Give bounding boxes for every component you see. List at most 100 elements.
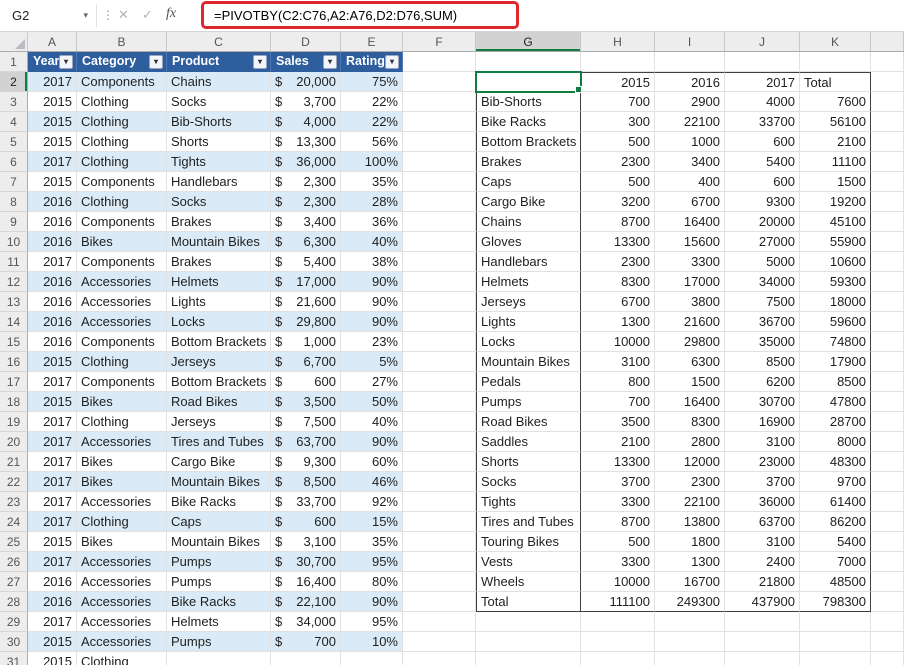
cell-K30[interactable] bbox=[800, 632, 871, 652]
cell-K6[interactable]: 11100 bbox=[800, 152, 871, 172]
cell-G29[interactable] bbox=[476, 612, 581, 632]
cell-B30[interactable]: Accessories bbox=[77, 632, 167, 652]
column-header-C[interactable]: C bbox=[167, 32, 271, 51]
cell-C22[interactable]: Mountain Bikes bbox=[167, 472, 271, 492]
cell-partial4[interactable] bbox=[871, 112, 904, 132]
cell-K9[interactable]: 45100 bbox=[800, 212, 871, 232]
cell-B24[interactable]: Clothing bbox=[77, 512, 167, 532]
row-header-23[interactable]: 23 bbox=[0, 492, 28, 512]
cell-J5[interactable]: 600 bbox=[725, 132, 800, 152]
cell-E29[interactable]: 95% bbox=[341, 612, 403, 632]
cell-A15[interactable]: 2016 bbox=[28, 332, 77, 352]
cell-J16[interactable]: 8500 bbox=[725, 352, 800, 372]
cell-C21[interactable]: Cargo Bike bbox=[167, 452, 271, 472]
cell-partial22[interactable] bbox=[871, 472, 904, 492]
cell-H9[interactable]: 8700 bbox=[581, 212, 655, 232]
cell-A3[interactable]: 2015 bbox=[28, 92, 77, 112]
cell-E1[interactable]: Rating▾ bbox=[341, 52, 403, 72]
cell-partial20[interactable] bbox=[871, 432, 904, 452]
row-header-8[interactable]: 8 bbox=[0, 192, 28, 212]
cell-partial9[interactable] bbox=[871, 212, 904, 232]
column-header-E[interactable]: E bbox=[341, 32, 403, 51]
cell-F28[interactable] bbox=[403, 592, 476, 612]
cell-F8[interactable] bbox=[403, 192, 476, 212]
cell-partial28[interactable] bbox=[871, 592, 904, 612]
cell-partial11[interactable] bbox=[871, 252, 904, 272]
cell-K31[interactable] bbox=[800, 652, 871, 665]
cell-J20[interactable]: 3100 bbox=[725, 432, 800, 452]
row-header-1[interactable]: 1 bbox=[0, 52, 28, 72]
cell-E10[interactable]: 40% bbox=[341, 232, 403, 252]
cell-B11[interactable]: Components bbox=[77, 252, 167, 272]
cell-F10[interactable] bbox=[403, 232, 476, 252]
cell-G27[interactable]: Wheels bbox=[476, 572, 581, 592]
cell-D8[interactable]: $2,300 bbox=[271, 192, 341, 212]
cell-C5[interactable]: Shorts bbox=[167, 132, 271, 152]
cell-C30[interactable]: Pumps bbox=[167, 632, 271, 652]
cell-D17[interactable]: $600 bbox=[271, 372, 341, 392]
cell-I13[interactable]: 3800 bbox=[655, 292, 725, 312]
cell-D20[interactable]: $63,700 bbox=[271, 432, 341, 452]
row-header-24[interactable]: 24 bbox=[0, 512, 28, 532]
cell-I6[interactable]: 3400 bbox=[655, 152, 725, 172]
cell-F24[interactable] bbox=[403, 512, 476, 532]
cell-C31[interactable] bbox=[167, 652, 271, 665]
cell-B2[interactable]: Components bbox=[77, 72, 167, 92]
cell-K12[interactable]: 59300 bbox=[800, 272, 871, 292]
cell-C7[interactable]: Handlebars bbox=[167, 172, 271, 192]
cell-G7[interactable]: Caps bbox=[476, 172, 581, 192]
cell-D30[interactable]: $700 bbox=[271, 632, 341, 652]
cell-H24[interactable]: 8700 bbox=[581, 512, 655, 532]
cell-A9[interactable]: 2016 bbox=[28, 212, 77, 232]
cell-J7[interactable]: 600 bbox=[725, 172, 800, 192]
cell-H5[interactable]: 500 bbox=[581, 132, 655, 152]
cell-E23[interactable]: 92% bbox=[341, 492, 403, 512]
cell-E17[interactable]: 27% bbox=[341, 372, 403, 392]
cell-F9[interactable] bbox=[403, 212, 476, 232]
cell-I27[interactable]: 16700 bbox=[655, 572, 725, 592]
cell-partial2[interactable] bbox=[871, 72, 904, 92]
cell-D23[interactable]: $33,700 bbox=[271, 492, 341, 512]
cell-F25[interactable] bbox=[403, 532, 476, 552]
cell-G24[interactable]: Tires and Tubes bbox=[476, 512, 581, 532]
column-header-B[interactable]: B bbox=[77, 32, 167, 51]
cell-C14[interactable]: Locks bbox=[167, 312, 271, 332]
cell-A30[interactable]: 2015 bbox=[28, 632, 77, 652]
cell-I31[interactable] bbox=[655, 652, 725, 665]
cell-B21[interactable]: Bikes bbox=[77, 452, 167, 472]
cell-E22[interactable]: 46% bbox=[341, 472, 403, 492]
cell-I26[interactable]: 1300 bbox=[655, 552, 725, 572]
cell-F5[interactable] bbox=[403, 132, 476, 152]
cell-K19[interactable]: 28700 bbox=[800, 412, 871, 432]
cell-J17[interactable]: 6200 bbox=[725, 372, 800, 392]
cell-B22[interactable]: Bikes bbox=[77, 472, 167, 492]
cell-H17[interactable]: 800 bbox=[581, 372, 655, 392]
cell-A25[interactable]: 2015 bbox=[28, 532, 77, 552]
cell-E11[interactable]: 38% bbox=[341, 252, 403, 272]
cell-F4[interactable] bbox=[403, 112, 476, 132]
cell-G23[interactable]: Tights bbox=[476, 492, 581, 512]
cell-partial16[interactable] bbox=[871, 352, 904, 372]
row-header-17[interactable]: 17 bbox=[0, 372, 28, 392]
cell-E2[interactable]: 75% bbox=[341, 72, 403, 92]
cell-K5[interactable]: 2100 bbox=[800, 132, 871, 152]
cell-E15[interactable]: 23% bbox=[341, 332, 403, 352]
column-header-A[interactable]: A bbox=[28, 32, 77, 51]
cell-I9[interactable]: 16400 bbox=[655, 212, 725, 232]
cell-K1[interactable] bbox=[800, 52, 871, 72]
cell-partial31[interactable] bbox=[871, 652, 904, 665]
formula-input[interactable]: =PIVOTBY(C2:C76,A2:A76,D2:D76,SUM) bbox=[214, 0, 457, 31]
row-header-21[interactable]: 21 bbox=[0, 452, 28, 472]
cell-I16[interactable]: 6300 bbox=[655, 352, 725, 372]
cell-A14[interactable]: 2016 bbox=[28, 312, 77, 332]
cell-E30[interactable]: 10% bbox=[341, 632, 403, 652]
cell-B12[interactable]: Accessories bbox=[77, 272, 167, 292]
cell-A29[interactable]: 2017 bbox=[28, 612, 77, 632]
column-header-K[interactable]: K bbox=[800, 32, 871, 51]
filter-dropdown-icon[interactable]: ▾ bbox=[149, 55, 163, 69]
cell-I3[interactable]: 2900 bbox=[655, 92, 725, 112]
row-header-9[interactable]: 9 bbox=[0, 212, 28, 232]
cell-F15[interactable] bbox=[403, 332, 476, 352]
column-header-G[interactable]: G bbox=[476, 32, 581, 51]
cell-I21[interactable]: 12000 bbox=[655, 452, 725, 472]
